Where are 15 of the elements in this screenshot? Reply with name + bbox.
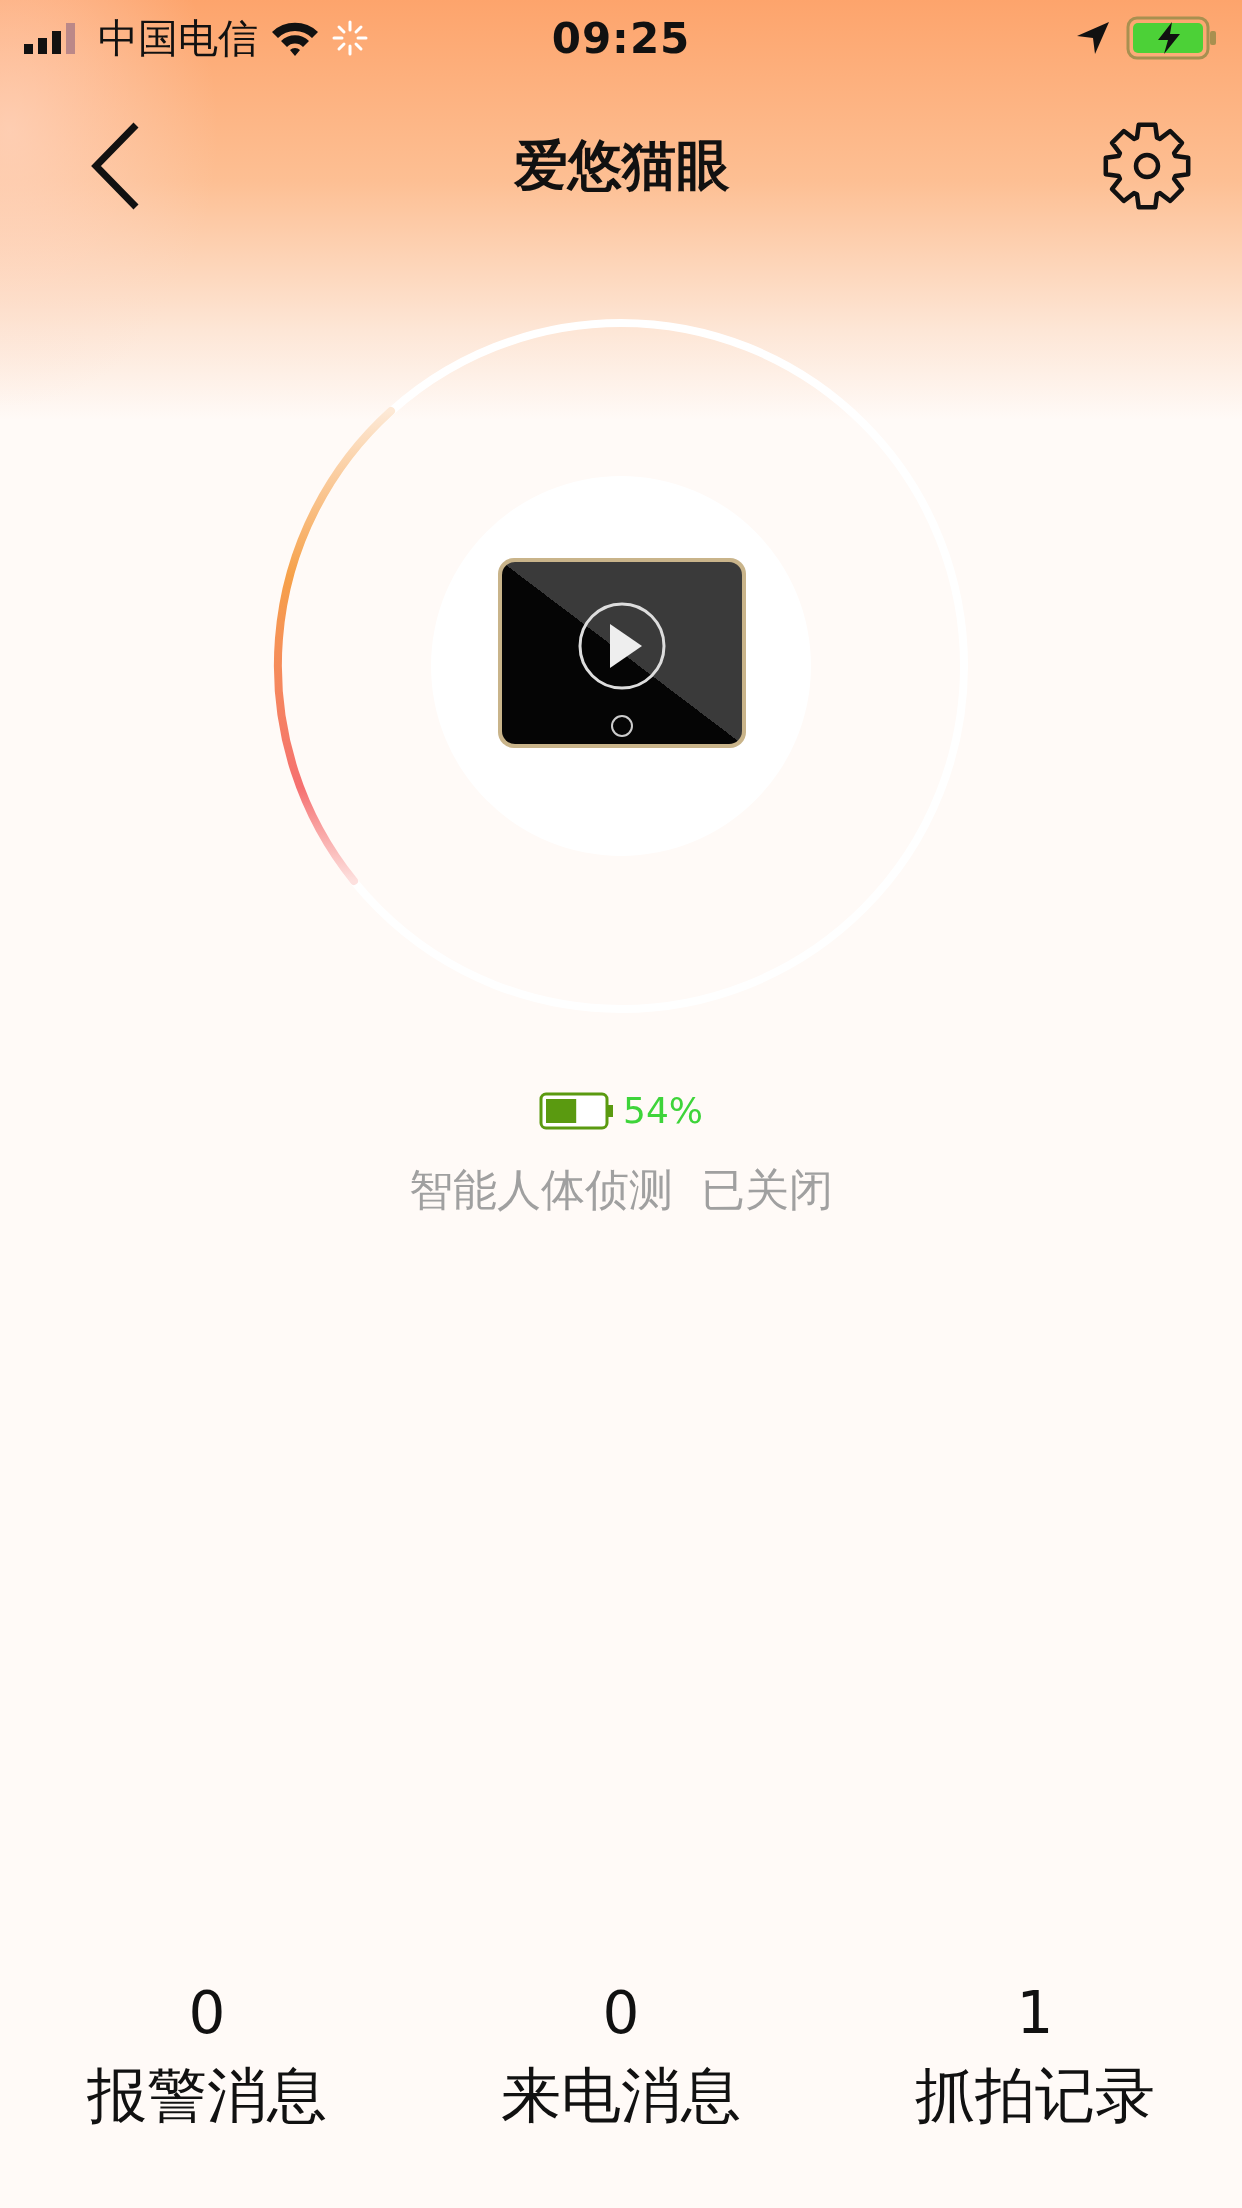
settings-button[interactable] (1102, 121, 1192, 211)
battery-icon (539, 1091, 615, 1130)
stat-button[interactable]: 1 抓拍记录 (915, 1974, 1155, 2138)
stat-button[interactable]: 0 报警消息 (87, 1974, 327, 2138)
detection-status: 已关闭 (701, 1163, 833, 1217)
charging-battery-icon (1126, 16, 1218, 60)
carrier-name: 中国电信 (98, 13, 258, 63)
battery-percent: 54% (623, 1090, 703, 1131)
detection-label: 智能人体侦测 (409, 1163, 673, 1217)
clock-time: 09:25 (551, 13, 691, 63)
page-title: 爱悠猫眼 (513, 132, 731, 199)
loading-icon (332, 20, 368, 56)
stat-button[interactable]: 0 来电消息 (501, 1974, 741, 2138)
settings-icon (1102, 121, 1192, 211)
location-arrow-icon (1076, 21, 1110, 55)
